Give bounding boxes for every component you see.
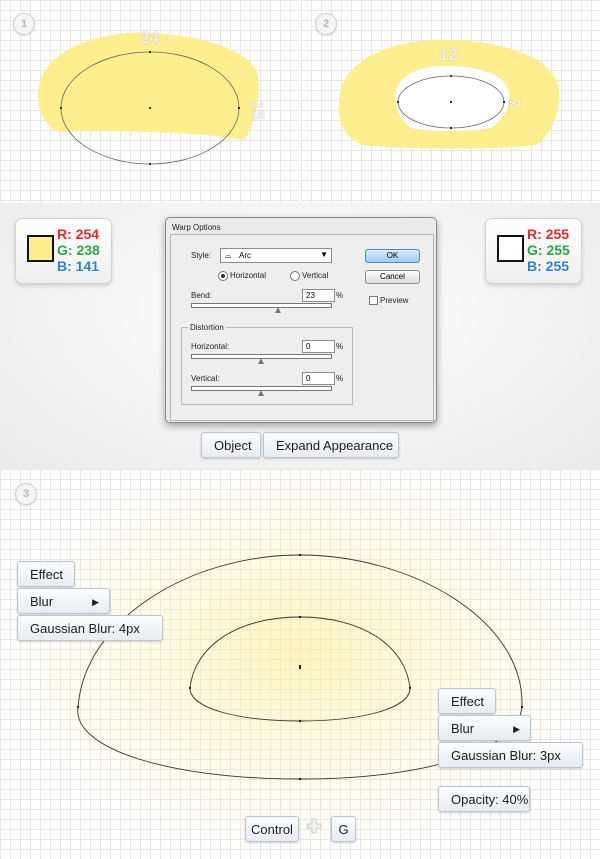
blur-menu-left[interactable]: Blur ▶ [17,588,110,614]
dialog-title: Warp Options [172,223,221,232]
width-dimension-label: 24 [140,28,159,47]
distortion-label: Distortion [188,323,226,332]
cancel-button[interactable]: Cancel [365,270,420,284]
step-number-badge: 2 [315,13,337,35]
height-dimension-label: 7 [504,98,524,108]
bend-label: Bend: [191,291,212,300]
blue-value: B: 141 [57,258,100,274]
chevron-down-icon: ▼ [320,250,328,259]
step2-artwork [338,39,560,149]
green-value: G: 255 [527,242,570,258]
blur-menu-label: Blur [451,721,475,736]
vertical-radio-label: Vertical [302,271,329,280]
bend-percent: % [336,291,344,300]
distortion-group [181,327,353,405]
panel-step-1: 1 24 15 [0,0,299,203]
style-value: Arc [239,251,251,260]
expand-appearance-button[interactable]: Expand Appearance [263,432,399,458]
submenu-arrow-icon: ▶ [92,597,99,607]
red-value: R: 255 [527,226,570,242]
arc-style-icon: ⌓ [225,251,232,260]
gaussian-blur-3px-item[interactable]: Gaussian Blur: 3px [438,742,583,768]
object-menu-button[interactable]: Object [201,432,261,458]
bend-slider[interactable] [191,303,332,308]
vertical-radio[interactable] [290,271,300,281]
yellow-color-swatch [27,235,54,262]
distortion-vertical-thumb[interactable] [258,390,264,396]
blur-menu-label: Blur [30,594,54,609]
distortion-horizontal-percent: % [336,342,344,351]
style-select[interactable]: ⌓ Arc ▼ [220,248,332,263]
red-value: R: 254 [57,226,100,242]
distortion-horizontal-label: Horizontal: [191,342,230,351]
opacity-item[interactable]: Opacity: 40% [438,786,530,812]
step-number-badge: 1 [13,13,35,35]
distortion-vertical-label: Vertical: [191,374,220,383]
effect-menu-right[interactable]: Effect [438,688,496,714]
plus-icon [306,818,322,834]
width-dimension-label: 12 [439,45,458,64]
distortion-horizontal-input[interactable]: 0 [302,340,335,353]
style-label: Style: [191,251,212,260]
distortion-horizontal-thumb[interactable] [258,358,264,364]
distortion-vertical-input[interactable]: 0 [302,372,335,385]
warped-yellow-shape [38,32,259,140]
submenu-arrow-icon: ▶ [513,724,520,734]
preview-label: Preview [380,296,409,305]
ok-button[interactable]: OK [365,249,420,263]
white-color-swatch [497,235,524,262]
step-number-badge: 3 [15,483,37,505]
distortion-vertical-percent: % [336,374,344,383]
blue-value: B: 255 [527,258,570,274]
preview-checkbox[interactable] [369,296,378,305]
color-swatch-card-white: R: 255 G: 255 B: 255 [485,218,582,284]
bend-input[interactable]: 23 [302,289,335,302]
effect-menu-left[interactable]: Effect [17,561,75,587]
horizontal-radio[interactable] [218,271,228,281]
green-value: G: 238 [57,242,100,258]
gaussian-blur-4px-item[interactable]: Gaussian Blur: 4px [17,615,163,641]
bend-slider-thumb[interactable] [275,307,281,313]
height-dimension-label: 15 [248,100,268,120]
panel-step-2: 2 12 7 [301,0,600,203]
blur-menu-right[interactable]: Blur ▶ [438,715,531,741]
control-key[interactable]: Control [245,816,299,842]
horizontal-radio-label: Horizontal [230,271,267,280]
color-swatch-card-yellow: R: 254 G: 238 B: 141 [15,218,112,284]
g-key[interactable]: G [331,816,356,842]
